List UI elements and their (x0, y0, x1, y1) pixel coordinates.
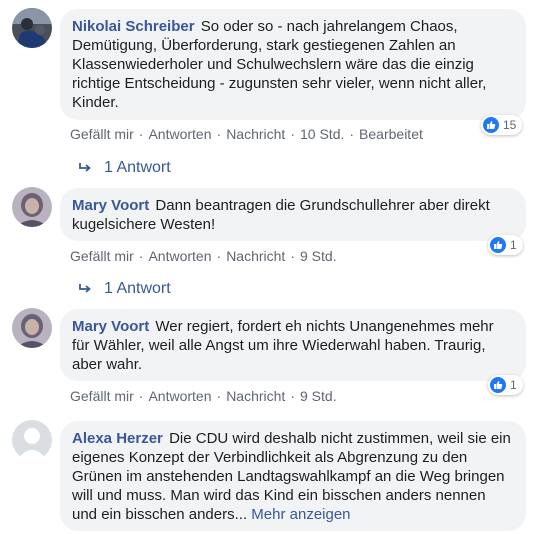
replies-count: 1 Antwort (104, 159, 171, 176)
reaction-count[interactable]: 1 (488, 235, 523, 255)
avatar-photo-icon (12, 8, 52, 48)
like-thumb-icon (483, 117, 499, 133)
like-button[interactable]: Gefällt mir (70, 248, 134, 264)
comment-bubble: Mary Voort Dann beantragen die Grundschu… (60, 188, 526, 241)
comment-bubble: Mary Voort Wer regiert, fordert eh nicht… (60, 309, 526, 381)
view-replies-link[interactable]: 1 Antwort (78, 159, 171, 177)
reply-button[interactable]: Antworten (148, 388, 211, 404)
timestamp[interactable]: 10 Std. (300, 126, 344, 142)
separator: · (290, 388, 295, 404)
reaction-count[interactable]: 1 (488, 375, 523, 395)
message-button[interactable]: Nachricht (226, 126, 285, 142)
reply-button[interactable]: Antworten (148, 126, 211, 142)
separator: · (290, 126, 295, 142)
comment-author[interactable]: Alexa Herzer (72, 430, 163, 447)
view-replies-link[interactable]: 1 Antwort (78, 280, 171, 298)
message-button[interactable]: Nachricht (226, 248, 285, 264)
reply-button[interactable]: Antworten (148, 248, 211, 264)
show-more-link[interactable]: Mehr anzeigen (251, 506, 350, 523)
separator: · (138, 248, 144, 264)
avatar-photo-icon (12, 308, 52, 348)
edited-label[interactable]: Bearbeitet (359, 126, 423, 142)
reply-arrow-icon (78, 283, 92, 295)
avatar[interactable] (12, 187, 52, 227)
reaction-number: 15 (503, 118, 517, 132)
timestamp[interactable]: 9 Std. (300, 388, 337, 404)
message-button[interactable]: Nachricht (226, 388, 285, 404)
like-thumb-icon (490, 377, 506, 393)
separator: · (349, 126, 355, 142)
reaction-number: 1 (510, 378, 517, 392)
like-button[interactable]: Gefällt mir (70, 126, 134, 142)
comment-author[interactable]: Mary Voort (72, 318, 149, 335)
like-button[interactable]: Gefällt mir (70, 388, 134, 404)
separator: · (216, 126, 222, 142)
separator: · (216, 248, 222, 264)
comment-actions: Gefällt mir · Antworten · Nachricht · 9 Std. (70, 388, 337, 404)
separator: · (216, 388, 222, 404)
timestamp[interactable]: 9 Std. (300, 248, 337, 264)
comment-actions: Gefällt mir · Antworten · Nachricht · 9 Std. (70, 248, 337, 264)
avatar[interactable] (12, 8, 52, 48)
reaction-number: 1 (510, 238, 517, 252)
reaction-count[interactable]: 15 (481, 115, 523, 135)
comment-bubble: Nikolai Schreiber So oder so - nach jahr… (60, 9, 526, 120)
comment-bubble: Alexa Herzer Die CDU wird deshalb nicht … (60, 421, 526, 531)
separator: · (290, 248, 295, 264)
reply-arrow-icon (78, 162, 92, 174)
avatar-photo-icon (12, 187, 52, 227)
default-avatar-icon (12, 420, 52, 460)
like-thumb-icon (490, 237, 506, 253)
replies-count: 1 Antwort (104, 280, 171, 297)
avatar[interactable] (12, 420, 52, 460)
comment-actions: Gefällt mir · Antworten · Nachricht · 10 Std. ·… (70, 126, 423, 142)
separator: · (138, 126, 144, 142)
avatar[interactable] (12, 308, 52, 348)
comment-author[interactable]: Mary Voort (72, 197, 149, 214)
comment-author[interactable]: Nikolai Schreiber (72, 18, 195, 35)
separator: · (138, 388, 144, 404)
